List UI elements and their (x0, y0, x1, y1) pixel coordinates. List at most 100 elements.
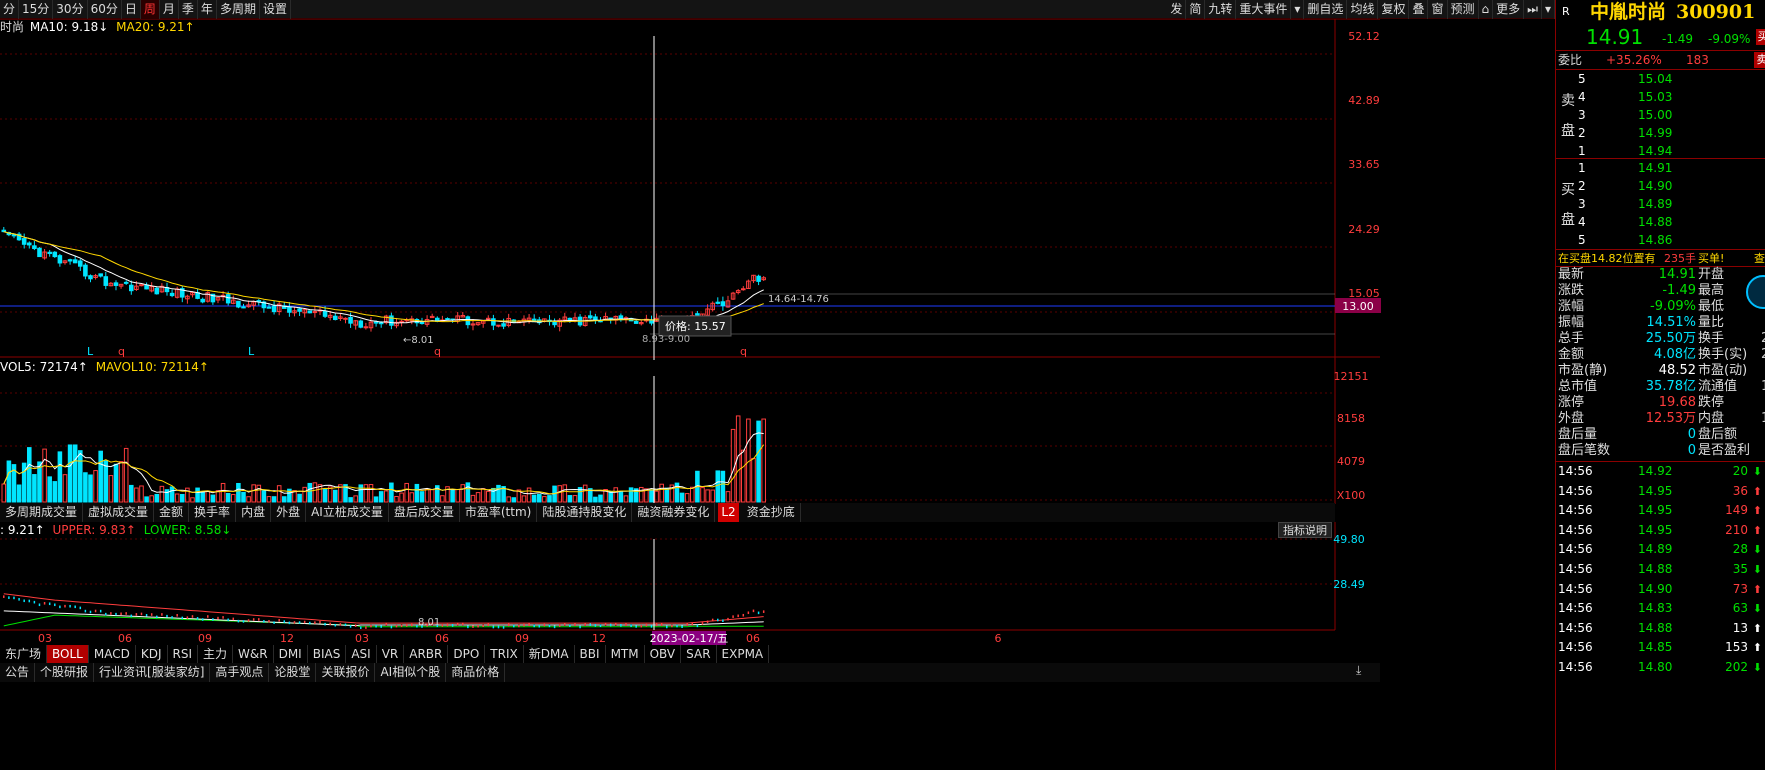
buy-level-3[interactable]: 3 14.89 (1556, 195, 1765, 213)
indicator-tab-boll[interactable]: BOLL (47, 645, 89, 664)
tool-button-14[interactable]: ▾ (1542, 0, 1555, 19)
buy-level-1[interactable]: 1 14.91 (1556, 159, 1765, 177)
tool-button-10[interactable]: 预测 (1448, 0, 1479, 19)
level-price: 15.04 (1638, 72, 1673, 86)
indicator-tab-kdj[interactable]: KDJ (136, 645, 168, 664)
boll-indicator-chart[interactable]: 49.80 28.49 8.01 03 06 09 12 03 06 09 12 06 6 2023-02… (0, 522, 1395, 647)
info-tab-0[interactable]: 公告 (0, 663, 36, 682)
indicator-tab-0[interactable]: 多周期成交量 (0, 503, 84, 522)
collapse-icon[interactable]: ⤓ (1356, 663, 1370, 680)
sell-level-3[interactable]: 3 15.00 (1556, 106, 1765, 124)
sell-level-4[interactable]: 4 15.03 (1556, 88, 1765, 106)
volume-bar (32, 474, 37, 503)
indicator-tab-2[interactable]: 金额 (154, 503, 190, 522)
indicator-tab-rsi[interactable]: RSI (168, 645, 198, 664)
buy-button[interactable]: 买 (1756, 29, 1765, 45)
period-button-2[interactable]: 30分 (53, 0, 88, 19)
indicator-tab-sar[interactable]: SAR (681, 645, 717, 664)
volume-bar (307, 482, 313, 503)
indicator-tab-obv[interactable]: OBV (645, 645, 682, 664)
indicator-tab-8[interactable]: 市盈率(ttm) (460, 503, 538, 522)
indicator-tab-主力[interactable]: 主力 (198, 645, 234, 664)
buy-level-2[interactable]: 2 14.90 (1556, 177, 1765, 195)
arrow-down-icon: ⬇ (1752, 602, 1762, 616)
period-button-3[interactable]: 60分 (88, 0, 122, 19)
volume-bar (567, 495, 573, 503)
info-tab-1[interactable]: 个股研报 (35, 663, 95, 682)
indicator-tab-macd[interactable]: MACD (89, 645, 136, 664)
tool-button-5[interactable]: 删自选 (1304, 0, 1348, 19)
sell-level-5[interactable]: 5 15.04 (1556, 70, 1765, 88)
candle (144, 282, 149, 290)
indicator-tab-10[interactable]: 融资融券变化 (632, 503, 716, 522)
period-button-6[interactable]: 月 (160, 0, 179, 19)
tool-button-4[interactable]: ▾ (1291, 0, 1305, 19)
indicator-tab-4[interactable]: 内盘 (236, 503, 272, 522)
period-button-4[interactable]: 日 (122, 0, 141, 19)
indicator-tab-1[interactable]: 虚拟成交量 (83, 503, 155, 522)
tool-button-7[interactable]: 复权 (1378, 0, 1410, 19)
stat-value: 4.08亿 (1654, 347, 1696, 362)
tool-button-0[interactable]: 发 (1167, 0, 1187, 19)
tick-row: 14:56 14.83 63 ⬇ (1556, 599, 1765, 618)
info-tab-4[interactable]: 论股堂 (269, 663, 317, 682)
info-tab-6[interactable]: AI相似个股 (375, 663, 447, 682)
candle (389, 312, 394, 330)
buy-side-label-bottom: 盘 (1561, 212, 1575, 228)
buy-level-4[interactable]: 4 14.88 (1556, 213, 1765, 231)
indicator-tab-mtm[interactable]: MTM (606, 645, 645, 664)
indicator-tab-asi[interactable]: ASI (346, 645, 377, 664)
info-tab-2[interactable]: 行业资讯[服装家纺] (94, 663, 211, 682)
period-button-0[interactable]: 分 (0, 0, 20, 19)
sell-button[interactable]: 卖 (1754, 52, 1765, 68)
vol-axis-label: 12151 (1334, 370, 1369, 383)
tool-button-9[interactable]: 窗 (1428, 0, 1448, 19)
indicator-tab-11[interactable]: 资金抄底 (742, 503, 801, 522)
info-tab-5[interactable]: 关联报价 (316, 663, 376, 682)
period-button-7[interactable]: 季 (179, 0, 198, 19)
tick-price: 14.89 (1638, 542, 1673, 557)
volume-bar-chart[interactable]: 12151 8158 4079 X100 (0, 359, 1395, 504)
indicator-tab-w&r[interactable]: W&R (233, 645, 274, 664)
tool-button-1[interactable]: 简 (1186, 0, 1206, 19)
sell-level-2[interactable]: 2 14.99 (1556, 124, 1765, 142)
price-candlestick-chart[interactable]: 52.1242.8933.6524.2915.0513.00价格: 15.571… (0, 19, 1395, 360)
tool-button-6[interactable]: 均线 (1347, 0, 1379, 19)
tick-price: 14.88 (1638, 562, 1673, 576)
period-button-5[interactable]: 周 (140, 0, 160, 19)
tick-time: 14:56 (1558, 542, 1593, 557)
indicator-tab-新dma[interactable]: 新DMA (524, 645, 575, 664)
tool-button-13[interactable]: ⏭ (1524, 0, 1542, 19)
buy-level-5[interactable]: 5 14.86 (1556, 231, 1765, 249)
indicator-tab-3[interactable]: 换手率 (189, 503, 237, 522)
volume-bar (414, 483, 420, 503)
volume-bar (460, 484, 466, 503)
buy-side-label-top: 买 (1561, 182, 1575, 198)
indicator-tab-7[interactable]: 盘后成交量 (389, 503, 460, 522)
indicator-tab-6[interactable]: AI立桩成交量 (306, 503, 389, 522)
volume-bar (378, 491, 384, 503)
indicator-tab-5[interactable]: 外盘 (271, 503, 307, 522)
period-button-1[interactable]: 15分 (19, 0, 54, 19)
indicator-tab-vr[interactable]: VR (377, 645, 405, 664)
indicator-tab-trix[interactable]: TRIX (485, 645, 524, 664)
tool-button-12[interactable]: 更多 (1493, 0, 1525, 19)
info-tab-7[interactable]: 商品价格 (446, 663, 506, 682)
tool-button-3[interactable]: 重大事件 (1236, 0, 1292, 19)
tool-button-2[interactable]: 九转 (1205, 0, 1237, 19)
tool-button-11[interactable]: ⌂ (1479, 0, 1494, 19)
period-button-8[interactable]: 年 (198, 0, 217, 19)
period-button-9[interactable]: 多周期 (217, 0, 260, 19)
indicator-tab-东广场[interactable]: 东广场 (0, 645, 48, 664)
info-tab-3[interactable]: 高手观点 (210, 663, 270, 682)
indicator-tab-9[interactable]: 陆股通持股变化 (537, 503, 633, 522)
indicator-tab-bbi[interactable]: BBI (575, 645, 606, 664)
candle (164, 282, 170, 296)
tool-button-8[interactable]: 叠 (1409, 0, 1429, 19)
indicator-tab-dpo[interactable]: DPO (448, 645, 486, 664)
indicator-tab-bias[interactable]: BIAS (308, 645, 347, 664)
indicator-tab-arbr[interactable]: ARBR (404, 645, 449, 664)
period-button-10[interactable]: 设置 (260, 0, 291, 19)
indicator-tab-expma[interactable]: EXPMA (717, 645, 770, 664)
indicator-tab-dmi[interactable]: DMI (274, 645, 308, 664)
